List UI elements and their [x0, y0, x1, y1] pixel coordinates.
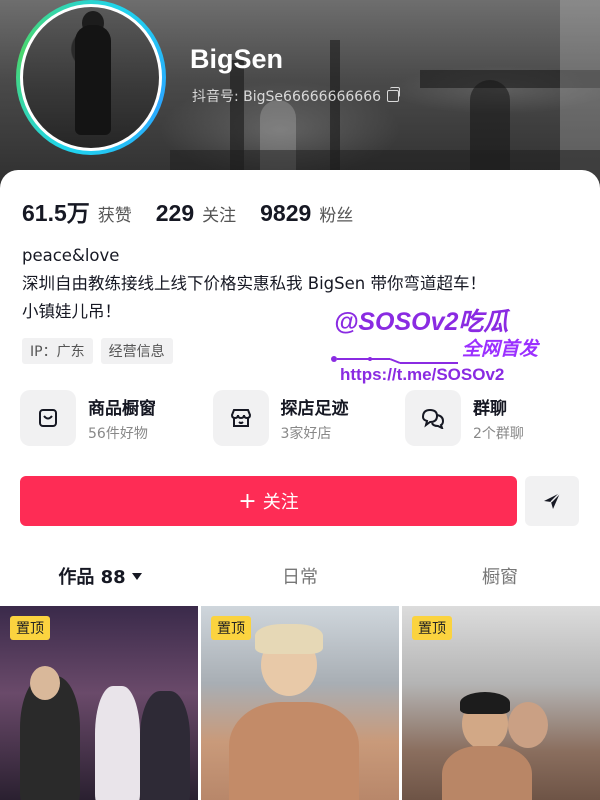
watermark-subtitle: 全网首发: [462, 338, 539, 360]
feature-title: 探店足迹: [280, 398, 349, 419]
stats-row: 61.5万 获赞 229 关注 9829 粉丝: [22, 194, 353, 228]
plus-icon: +: [238, 488, 257, 514]
username: BigSen: [190, 44, 284, 74]
watermark-circuit-icon: [331, 356, 458, 364]
douyin-id[interactable]: 抖音号: BigSe66666666666: [192, 86, 401, 106]
stat-followers-label: 粉丝: [319, 206, 354, 226]
send-icon: [544, 492, 561, 509]
caret-down-icon[interactable]: [131, 573, 142, 580]
profile-card: 61.5万 获赞 229 关注 9829 粉丝 peace&love 深圳自由教练接线…: [0, 170, 600, 800]
store-icon: [212, 390, 269, 446]
bio-line: peace&love: [22, 246, 120, 265]
stat-likes[interactable]: 61.5万 获赞: [22, 194, 132, 228]
douyin-id-text: 抖音号: BigSe66666666666: [192, 89, 382, 105]
feature-subtitle: 56件好物: [88, 425, 148, 442]
pinned-badge: 置顶: [10, 616, 50, 640]
pinned-badge: 置顶: [412, 616, 452, 640]
stat-following[interactable]: 229 关注: [156, 200, 236, 227]
stat-following-num: 229: [155, 200, 195, 226]
tab-daily[interactable]: 日常: [200, 558, 400, 598]
stat-likes-num: 61.5万: [22, 200, 90, 226]
feature-row: 商品橱窗 56件好物 探店足迹 3家好店 群聊 2个群聊: [20, 390, 580, 446]
feature-subtitle: 2个群聊: [473, 425, 524, 442]
feature-title: 群聊: [473, 398, 507, 419]
business-info-tag[interactable]: 经营信息: [100, 338, 173, 364]
tab-works[interactable]: 作品 88: [0, 558, 200, 598]
follow-label: 关注: [262, 492, 299, 513]
chat-bubbles-icon: [405, 390, 461, 446]
feature-title: 商品橱窗: [88, 398, 156, 419]
feature-shop-window[interactable]: 商品橱窗 56件好物: [20, 390, 195, 446]
copy-icon[interactable]: [387, 87, 401, 102]
video-thumbnail[interactable]: 置顶: [201, 606, 399, 800]
pinned-badge: 置顶: [211, 616, 251, 640]
stat-likes-label: 获赞: [97, 206, 132, 226]
watermark: @SOSOv2吃瓜 全网首发 https://t.me/SOSOv2: [330, 302, 570, 392]
content-tabs: 作品 88 日常 橱窗: [0, 558, 600, 598]
watermark-url: https://t.me/SOSOv2: [340, 365, 505, 384]
feature-store-visits[interactable]: 探店足迹 3家好店: [212, 390, 388, 446]
stat-following-label: 关注: [202, 206, 237, 226]
stat-followers[interactable]: 9829 粉丝: [260, 200, 353, 227]
tab-works-label: 作品 88: [58, 567, 126, 588]
follow-button[interactable]: + 关注: [20, 476, 517, 526]
shopping-bag-icon: [20, 390, 76, 446]
ip-location-tag: IP：广东: [22, 338, 93, 364]
feature-group-chat[interactable]: 群聊 2个群聊: [405, 390, 580, 446]
tab-showcase[interactable]: 橱窗: [400, 558, 600, 598]
feature-subtitle: 3家好店: [280, 425, 332, 442]
avatar[interactable]: [16, 0, 166, 155]
share-button[interactable]: [525, 476, 579, 526]
video-grid: 置顶 置顶 置顶: [0, 606, 600, 800]
stat-followers-num: 9829: [260, 200, 312, 226]
video-thumbnail[interactable]: 置顶: [402, 606, 600, 800]
bio-line: 深圳自由教练接线上线下价格实惠私我 BigSen 带你弯道超车！: [22, 274, 486, 293]
video-thumbnail[interactable]: 置顶: [0, 606, 198, 800]
tag-row: IP：广东 经营信息: [22, 338, 173, 364]
watermark-title: @SOSOv2吃瓜: [334, 308, 509, 336]
